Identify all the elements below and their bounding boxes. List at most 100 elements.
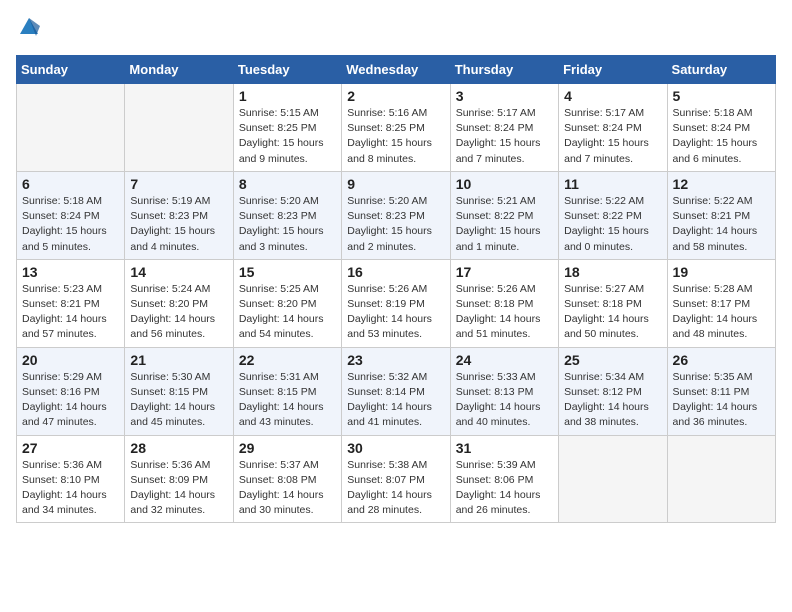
calendar-cell: 1 Sunrise: 5:15 AM Sunset: 8:25 PM Daylig… [233, 84, 341, 172]
day-detail: Sunrise: 5:33 AM Sunset: 8:13 PM Dayligh… [456, 370, 553, 431]
calendar-cell: 25Sunrise: 5:34 AM Sunset: 8:12 PM Dayli… [559, 347, 667, 435]
day-number: 22 [239, 352, 336, 368]
day-detail: Sunrise: 5:26 AM Sunset: 8:18 PM Dayligh… [456, 282, 553, 343]
calendar-cell: 29 Sunrise: 5:37 AM Sunset: 8:08 PM Dayli… [233, 435, 341, 523]
calendar-cell: 30 Sunrise: 5:38 AM Sunset: 8:07 PM Dayli… [342, 435, 450, 523]
day-detail: Sunrise: 5:20 AM Sunset: 8:23 PM Dayligh… [239, 194, 336, 255]
day-detail: Sunrise: 5:29 AM Sunset: 8:16 PM Dayligh… [22, 370, 119, 431]
calendar-cell [17, 84, 125, 172]
day-detail: Sunrise: 5:18 AM Sunset: 8:24 PM Dayligh… [22, 194, 119, 255]
calendar-cell [667, 435, 775, 523]
day-number: 4 [564, 88, 661, 104]
calendar-week-row: 6 Sunrise: 5:18 AM Sunset: 8:24 PM Daylig… [17, 171, 776, 259]
day-detail: Sunrise: 5:30 AM Sunset: 8:15 PM Dayligh… [130, 370, 227, 431]
day-detail: Sunrise: 5:37 AM Sunset: 8:08 PM Dayligh… [239, 458, 336, 519]
calendar-cell: 2Sunrise: 5:16 AM Sunset: 8:25 PM Daylig… [342, 84, 450, 172]
day-number: 13 [22, 264, 119, 280]
calendar-week-row: 27 Sunrise: 5:36 AM Sunset: 8:10 PM Dayli… [17, 435, 776, 523]
day-number: 7 [130, 176, 227, 192]
day-number: 9 [347, 176, 444, 192]
day-detail: Sunrise: 5:38 AM Sunset: 8:07 PM Dayligh… [347, 458, 444, 519]
calendar-cell: 9Sunrise: 5:20 AM Sunset: 8:23 PM Daylig… [342, 171, 450, 259]
day-number: 24 [456, 352, 553, 368]
calendar-cell: 20 Sunrise: 5:29 AM Sunset: 8:16 PM Dayli… [17, 347, 125, 435]
weekday-header: Saturday [667, 56, 775, 84]
day-number: 1 [239, 88, 336, 104]
calendar-cell: 31 Sunrise: 5:39 AM Sunset: 8:06 PM Dayli… [450, 435, 558, 523]
day-number: 19 [673, 264, 770, 280]
day-detail: Sunrise: 5:15 AM Sunset: 8:25 PM Dayligh… [239, 106, 336, 167]
calendar-cell: 19 Sunrise: 5:28 AM Sunset: 8:17 PM Dayli… [667, 259, 775, 347]
calendar-cell: 11Sunrise: 5:22 AM Sunset: 8:22 PM Dayli… [559, 171, 667, 259]
calendar-cell: 12Sunrise: 5:22 AM Sunset: 8:21 PM Dayli… [667, 171, 775, 259]
day-number: 25 [564, 352, 661, 368]
day-number: 26 [673, 352, 770, 368]
calendar-cell: 23 Sunrise: 5:32 AM Sunset: 8:14 PM Dayli… [342, 347, 450, 435]
day-number: 18 [564, 264, 661, 280]
day-number: 28 [130, 440, 227, 456]
day-detail: Sunrise: 5:26 AM Sunset: 8:19 PM Dayligh… [347, 282, 444, 343]
calendar-week-row: 13 Sunrise: 5:23 AM Sunset: 8:21 PM Dayli… [17, 259, 776, 347]
day-detail: Sunrise: 5:28 AM Sunset: 8:17 PM Dayligh… [673, 282, 770, 343]
day-detail: Sunrise: 5:25 AM Sunset: 8:20 PM Dayligh… [239, 282, 336, 343]
day-detail: Sunrise: 5:36 AM Sunset: 8:09 PM Dayligh… [130, 458, 227, 519]
weekday-header: Wednesday [342, 56, 450, 84]
calendar-cell [559, 435, 667, 523]
day-number: 23 [347, 352, 444, 368]
day-detail: Sunrise: 5:24 AM Sunset: 8:20 PM Dayligh… [130, 282, 227, 343]
day-number: 30 [347, 440, 444, 456]
calendar-cell: 27 Sunrise: 5:36 AM Sunset: 8:10 PM Dayli… [17, 435, 125, 523]
calendar-cell: 10 Sunrise: 5:21 AM Sunset: 8:22 PM Dayli… [450, 171, 558, 259]
day-detail: Sunrise: 5:17 AM Sunset: 8:24 PM Dayligh… [456, 106, 553, 167]
day-number: 27 [22, 440, 119, 456]
calendar-cell: 24 Sunrise: 5:33 AM Sunset: 8:13 PM Dayli… [450, 347, 558, 435]
day-detail: Sunrise: 5:17 AM Sunset: 8:24 PM Dayligh… [564, 106, 661, 167]
calendar-table: SundayMondayTuesdayWednesdayThursdayFrid… [16, 55, 776, 523]
calendar-cell: 28 Sunrise: 5:36 AM Sunset: 8:09 PM Dayli… [125, 435, 233, 523]
day-number: 6 [22, 176, 119, 192]
day-detail: Sunrise: 5:32 AM Sunset: 8:14 PM Dayligh… [347, 370, 444, 431]
day-number: 3 [456, 88, 553, 104]
logo [16, 16, 40, 43]
calendar-cell: 26 Sunrise: 5:35 AM Sunset: 8:11 PM Dayli… [667, 347, 775, 435]
calendar-cell: 13 Sunrise: 5:23 AM Sunset: 8:21 PM Dayli… [17, 259, 125, 347]
day-detail: Sunrise: 5:18 AM Sunset: 8:24 PM Dayligh… [673, 106, 770, 167]
calendar-cell: 5 Sunrise: 5:18 AM Sunset: 8:24 PM Daylig… [667, 84, 775, 172]
calendar-week-row: 20 Sunrise: 5:29 AM Sunset: 8:16 PM Dayli… [17, 347, 776, 435]
day-detail: Sunrise: 5:22 AM Sunset: 8:21 PM Dayligh… [673, 194, 770, 255]
weekday-header: Monday [125, 56, 233, 84]
page-header [16, 16, 776, 43]
calendar-cell: 18 Sunrise: 5:27 AM Sunset: 8:18 PM Dayli… [559, 259, 667, 347]
day-number: 20 [22, 352, 119, 368]
day-detail: Sunrise: 5:36 AM Sunset: 8:10 PM Dayligh… [22, 458, 119, 519]
calendar-cell: 7Sunrise: 5:19 AM Sunset: 8:23 PM Daylig… [125, 171, 233, 259]
weekday-header: Tuesday [233, 56, 341, 84]
calendar-cell: 15 Sunrise: 5:25 AM Sunset: 8:20 PM Dayli… [233, 259, 341, 347]
calendar-cell: 4 Sunrise: 5:17 AM Sunset: 8:24 PM Daylig… [559, 84, 667, 172]
day-detail: Sunrise: 5:35 AM Sunset: 8:11 PM Dayligh… [673, 370, 770, 431]
day-detail: Sunrise: 5:22 AM Sunset: 8:22 PM Dayligh… [564, 194, 661, 255]
day-detail: Sunrise: 5:23 AM Sunset: 8:21 PM Dayligh… [22, 282, 119, 343]
day-detail: Sunrise: 5:21 AM Sunset: 8:22 PM Dayligh… [456, 194, 553, 255]
day-number: 14 [130, 264, 227, 280]
day-number: 2 [347, 88, 444, 104]
day-number: 15 [239, 264, 336, 280]
day-number: 8 [239, 176, 336, 192]
day-number: 31 [456, 440, 553, 456]
calendar-cell: 16Sunrise: 5:26 AM Sunset: 8:19 PM Dayli… [342, 259, 450, 347]
day-detail: Sunrise: 5:39 AM Sunset: 8:06 PM Dayligh… [456, 458, 553, 519]
weekday-header: Thursday [450, 56, 558, 84]
logo-text [16, 16, 40, 43]
calendar-cell: 3 Sunrise: 5:17 AM Sunset: 8:24 PM Daylig… [450, 84, 558, 172]
logo-icon [18, 16, 40, 38]
day-detail: Sunrise: 5:31 AM Sunset: 8:15 PM Dayligh… [239, 370, 336, 431]
day-number: 17 [456, 264, 553, 280]
calendar-cell [125, 84, 233, 172]
calendar-week-row: 1 Sunrise: 5:15 AM Sunset: 8:25 PM Daylig… [17, 84, 776, 172]
calendar-header-row: SundayMondayTuesdayWednesdayThursdayFrid… [17, 56, 776, 84]
day-number: 5 [673, 88, 770, 104]
day-number: 29 [239, 440, 336, 456]
day-number: 10 [456, 176, 553, 192]
day-detail: Sunrise: 5:27 AM Sunset: 8:18 PM Dayligh… [564, 282, 661, 343]
calendar-cell: 21Sunrise: 5:30 AM Sunset: 8:15 PM Dayli… [125, 347, 233, 435]
